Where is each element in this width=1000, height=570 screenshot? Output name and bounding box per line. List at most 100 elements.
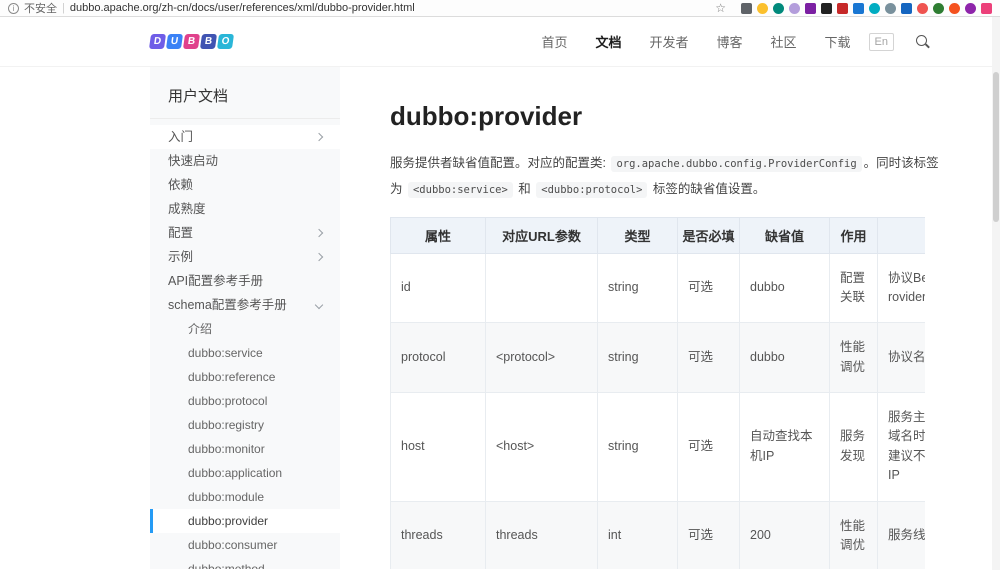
bookmark-star-icon[interactable]: ☆ [715,2,726,14]
sidebar-item[interactable]: schema配置参考手册 [150,293,340,317]
table-cell: id [390,252,486,324]
extension-icon[interactable] [805,2,816,14]
search-icon[interactable] [916,34,930,49]
language-toggle[interactable]: En [868,32,894,51]
column-header: 类型 [597,216,678,254]
extension-icon[interactable] [981,2,992,14]
sidebar-item-label: dubbo:consumer [188,538,278,552]
table-cell: <host> [485,392,598,502]
url-divider: | [62,2,65,14]
sidebar-item[interactable]: dubbo:module [150,485,340,509]
sidebar-item[interactable]: dubbo:service [150,341,340,365]
logo-letter: U [165,34,184,49]
nav-item[interactable]: 文档 [595,32,621,51]
sidebar-item[interactable]: dubbo:monitor [150,437,340,461]
sidebar-item-label: dubbo:monitor [188,442,265,456]
sidebar-item[interactable]: dubbo:reference [150,365,340,389]
nav-item[interactable]: 社区 [771,32,797,51]
extension-icon[interactable] [917,2,928,14]
sidebar-item-label: 成熟度 [168,202,206,216]
sidebar-item[interactable]: 成熟度 [150,197,340,221]
security-label[interactable]: 不安全 [24,0,57,16]
table-cell: string [597,392,678,502]
table-cell: 服务主机名，多网卡选择或指定VIP及域名时使用，为空则自动查找本机IP，建议不要… [877,392,925,502]
page-scrollbar[interactable] [992,17,1000,570]
sidebar-item-label: 依赖 [168,178,194,192]
nav-item[interactable]: 下载 [825,32,851,51]
extension-icon[interactable] [885,2,896,14]
sidebar-item[interactable]: 依赖 [150,173,340,197]
table-cell: 协议BeanId，可以在<dubbo:service provider="">中… [877,252,925,324]
sidebar-item[interactable]: 入门 [150,125,340,149]
sidebar-item[interactable]: dubbo:provider [150,509,340,533]
extension-icon[interactable] [965,2,976,14]
main-content: dubbo:provider 服务提供者缺省值配置。对应的配置类: org.ap… [340,67,1000,569]
column-header: 缺省值 [739,216,830,254]
table-cell: threads [390,500,486,569]
sidebar-item-label: dubbo:registry [188,418,265,432]
sidebar-item[interactable]: 示例 [150,245,340,269]
site-info-icon[interactable]: i [8,2,19,14]
extension-icon[interactable] [949,2,960,14]
extension-icon[interactable] [869,2,880,14]
table-header-row: 属性对应URL参数类型是否必填缺省值作用描述 [390,216,925,254]
table-cell: 服务发现 [829,392,878,502]
scrollbar-thumb[interactable] [993,72,999,222]
table-wrap: 属性对应URL参数类型是否必填缺省值作用描述idstring可选dubbo配置关… [390,216,925,569]
sidebar-item[interactable]: dubbo:application [150,461,340,485]
table-cell: host [390,392,486,502]
extension-icons [741,2,992,14]
extension-icon[interactable] [821,2,832,14]
table-cell: 自动查找本机IP [739,392,830,502]
extension-icon[interactable] [933,2,944,14]
nav-item[interactable]: 首页 [541,32,567,51]
sidebar-item[interactable]: dubbo:consumer [150,533,340,557]
sidebar-item[interactable]: 配置 [150,221,340,245]
sidebar-item[interactable]: dubbo:method [150,557,340,569]
extension-icon[interactable] [853,2,864,14]
extension-icon[interactable] [757,2,768,14]
intro-paragraph: 服务提供者缺省值配置。对应的配置类: org.apache.dubbo.conf… [390,150,950,203]
sidebar-item[interactable]: 快速启动 [150,149,340,173]
nav-item[interactable]: 开发者 [649,32,688,51]
extension-icon[interactable] [901,2,912,14]
column-header: 作用 [829,216,878,254]
dubbo-logo[interactable]: DUBBO [148,34,235,49]
extension-icon[interactable] [773,2,784,14]
sidebar-item[interactable]: API配置参考手册 [150,269,340,293]
table-cell: 协议名称 [877,322,925,393]
sidebar-item-label: API配置参考手册 [168,274,264,288]
inline-code: <dubbo:protocol> [536,182,648,199]
sidebar-item[interactable]: dubbo:protocol [150,389,340,413]
table-cell: 性能调优 [829,322,878,393]
table-cell: 可选 [677,392,740,502]
sidebar-item-label: 示例 [168,250,194,264]
main-nav: 首页 文档 开发者 博客 社区 下载 [541,32,850,51]
table-cell: threads [485,500,598,569]
intro-text: 服务提供者缺省值配置。对应的配置类: [390,156,610,170]
sidebar-item[interactable]: dubbo:registry [150,413,340,437]
table-row: host<host>string可选自动查找本机IP服务发现服务主机名，多网卡选… [390,392,925,502]
nav-item[interactable]: 博客 [716,32,742,51]
sidebar-item-label: dubbo:protocol [188,394,268,408]
extension-icon[interactable] [741,2,752,14]
sidebar-item[interactable]: 介绍 [150,317,340,341]
chevron-right-icon [314,132,324,142]
chevron-down-icon [314,300,324,310]
sidebar-item-label: 快速启动 [168,154,219,168]
sidebar-item-label: schema配置参考手册 [168,298,287,312]
url-text[interactable]: dubbo.apache.org/zh-cn/docs/user/referen… [70,2,415,14]
page-title: dubbo:provider [390,101,583,131]
table-cell: string [597,322,678,393]
extension-icon[interactable] [789,2,800,14]
attributes-table: 属性对应URL参数类型是否必填缺省值作用描述idstring可选dubbo配置关… [390,216,925,569]
table-cell: 性能调优 [829,500,878,569]
extension-icon[interactable] [837,2,848,14]
column-header: 对应URL参数 [485,216,598,254]
column-header: 描述 [877,216,925,254]
sidebar-item-label: dubbo:service [188,346,263,360]
table-row: protocol<protocol>string可选dubbo性能调优协议名称 [390,322,925,393]
table-cell: string [597,252,678,324]
inline-code: <dubbo:service> [407,182,513,199]
logo-letter: O [216,34,235,49]
